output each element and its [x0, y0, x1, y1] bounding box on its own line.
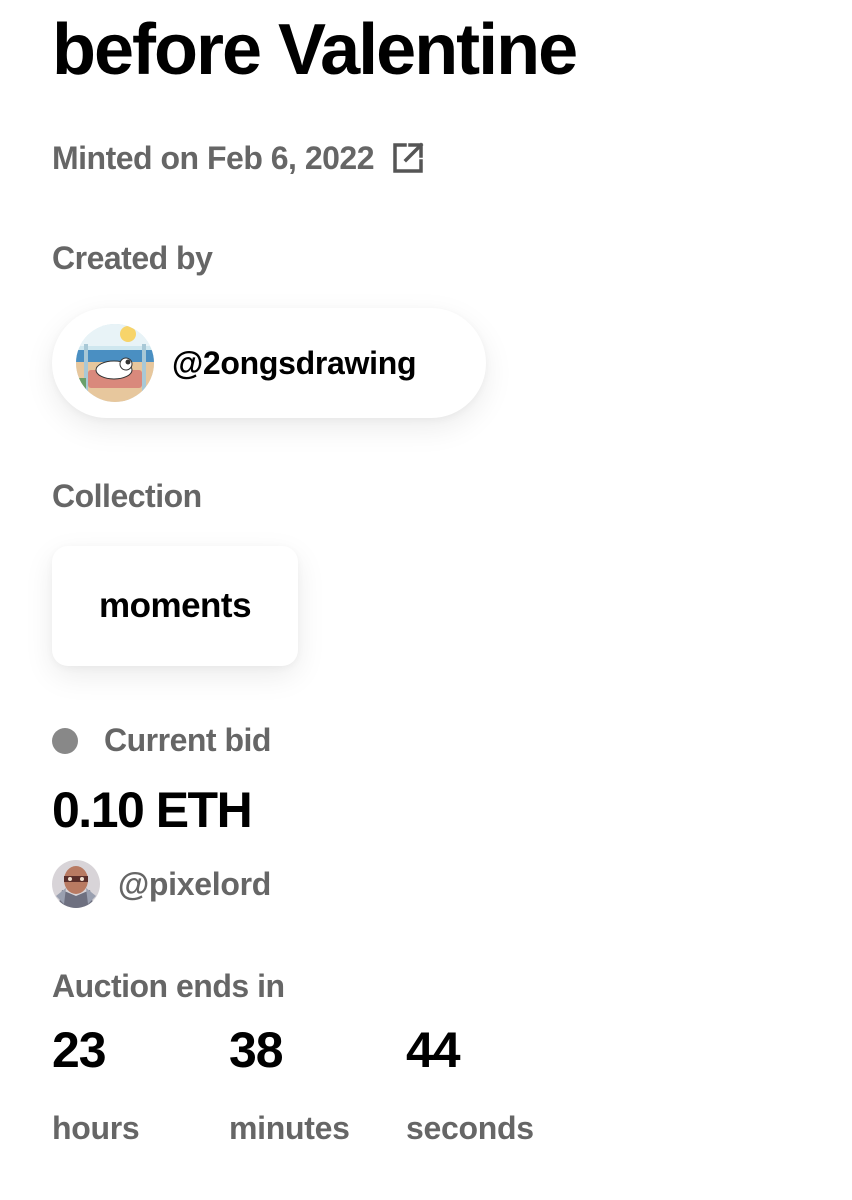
current-bid-label: Current bid	[104, 722, 271, 758]
auction-ends-label: Auction ends in	[52, 968, 285, 1004]
creator-avatar	[76, 324, 154, 402]
countdown-minutes-label: minutes	[229, 1110, 350, 1146]
collection-name: moments	[98, 586, 252, 625]
countdown-seconds-label: seconds	[406, 1110, 534, 1146]
bid-status-dot	[52, 727, 78, 754]
artwork-title: before Valentine	[52, 10, 578, 90]
bidder-handle: @pixelord	[118, 865, 271, 902]
countdown-seconds: 44 seconds	[406, 1020, 534, 1148]
countdown-minutes: 38 minutes	[229, 1020, 350, 1148]
creator-profile-button[interactable]: @2ongsdrawing	[52, 308, 486, 418]
current-bid-amount: 0.10 ETH	[52, 782, 253, 838]
countdown-minutes-value: 38	[229, 1022, 284, 1078]
creator-handle: @2ongsdrawing	[172, 344, 417, 381]
current-bid-row: Current bid	[52, 722, 271, 759]
minted-date: Minted on Feb 6, 2022	[52, 140, 375, 176]
external-link-icon[interactable]	[390, 140, 426, 176]
collection-label: Collection	[52, 478, 202, 514]
countdown-hours-label: hours	[52, 1110, 140, 1146]
created-by-label: Created by	[52, 240, 213, 276]
minted-row: Minted on Feb 6, 2022	[52, 138, 426, 178]
bidder-avatar	[52, 860, 100, 908]
countdown-hours: 23 hours	[52, 1020, 140, 1148]
countdown-hours-value: 23	[52, 1022, 107, 1078]
collection-card[interactable]: moments	[52, 546, 298, 666]
countdown-seconds-value: 44	[406, 1022, 461, 1078]
bidder-profile-link[interactable]: @pixelord	[52, 860, 271, 908]
